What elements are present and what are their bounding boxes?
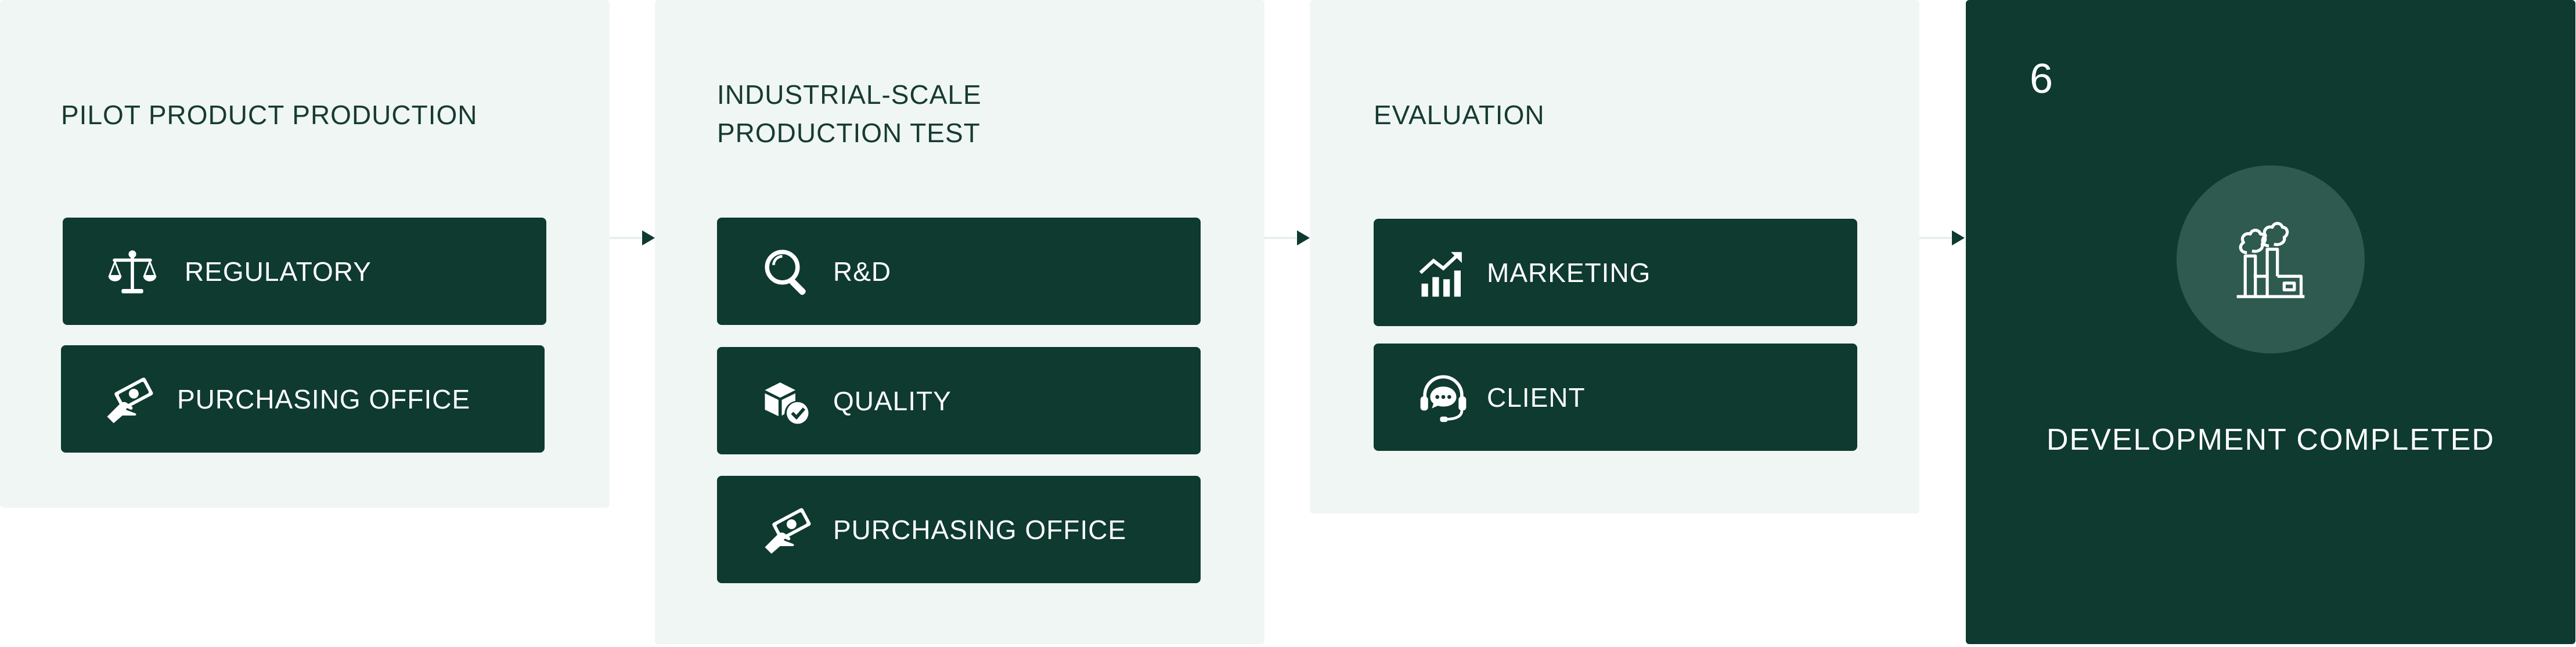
stage-panel-1: PILOT PRODUCT PRODUCTION REGULATORY PURC… [0, 0, 610, 508]
connector-3 [1919, 229, 1966, 247]
step-number: 6 [2030, 56, 2053, 102]
item-label: QUALITY [833, 385, 952, 416]
money-hand-icon [103, 373, 155, 425]
item-label: PURCHASING OFFICE [833, 514, 1127, 545]
item-label: PURCHASING OFFICE [177, 384, 471, 414]
scale-icon [106, 245, 158, 298]
final-label: DEVELOPMENT COMPLETED [2046, 423, 2495, 457]
connector-2 [1264, 229, 1311, 247]
item-label: REGULATORY [185, 256, 372, 287]
stage-panel-2: INDUSTRIAL-SCALE PRODUCTION TEST R&D QUA… [655, 0, 1264, 644]
final-panel: 6 DEVELOPMENT COMPLETED [1966, 0, 2575, 644]
item-label: R&D [833, 256, 892, 287]
item-label: MARKETING [1487, 257, 1651, 288]
stage-title: INDUSTRIAL-SCALE PRODUCTION TEST [717, 79, 982, 148]
stage-item: CLIENT [1374, 344, 1857, 451]
headset-icon [1417, 371, 1469, 424]
magnifier-icon [761, 245, 813, 298]
stage-item: PURCHASING OFFICE [61, 345, 545, 453]
stage-title: EVALUATION [1374, 100, 1545, 130]
stage-item: REGULATORY [63, 218, 546, 325]
item-label: CLIENT [1487, 382, 1586, 413]
factory-icon [2236, 222, 2305, 298]
factory-icon-circle [2177, 165, 2365, 353]
stage-item: QUALITY [717, 347, 1201, 454]
stage-title: PILOT PRODUCT PRODUCTION [61, 100, 478, 130]
stage-item: MARKETING [1374, 219, 1857, 326]
connector-1 [610, 229, 656, 247]
money-hand-icon [761, 504, 813, 556]
stage-item: PURCHASING OFFICE [717, 476, 1201, 583]
stage-item: R&D [717, 218, 1201, 325]
chart-up-icon [1417, 247, 1469, 299]
stage-panel-3: EVALUATION MARKETING CLIENT [1310, 0, 1919, 514]
box-check-icon [761, 375, 813, 427]
